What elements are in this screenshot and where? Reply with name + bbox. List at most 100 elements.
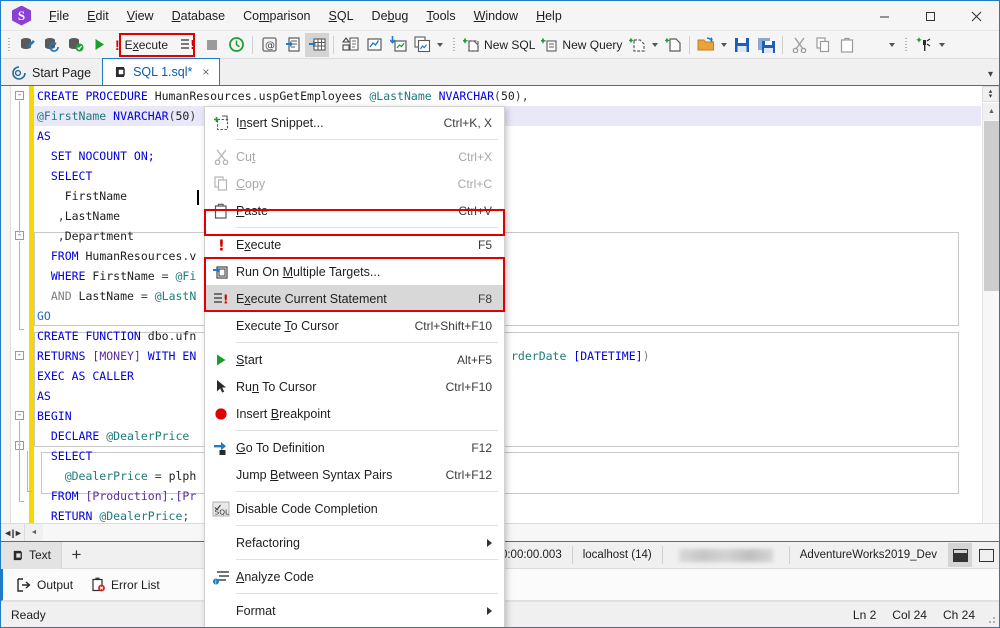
menu-tools[interactable]: Tools (417, 5, 464, 27)
tab-start-page[interactable]: Start Page (1, 59, 103, 85)
chevron-down-icon[interactable] (889, 42, 896, 47)
execute-current-statement-icon[interactable]: ! (176, 33, 200, 57)
menu-edit[interactable]: Edit (78, 5, 118, 27)
menu-file[interactable]: File (40, 5, 78, 27)
new-query-button[interactable]: New Query (538, 33, 625, 57)
menu-item-execute-to-cursor[interactable]: Execute To Cursor Ctrl+Shift+F10 (205, 312, 504, 339)
debug-tools-icon[interactable] (912, 33, 936, 57)
close-button[interactable] (953, 1, 999, 31)
run-multiple-targets-icon (210, 258, 232, 285)
script-to-editor-icon[interactable] (281, 33, 305, 57)
menu-item-execute[interactable]: ! Execute F5 (205, 231, 504, 258)
fold-marker[interactable]: - (15, 411, 24, 420)
code-line: BEGIN (37, 409, 72, 423)
chevron-down-icon[interactable] (652, 42, 659, 47)
chevron-down-icon[interactable] (437, 42, 444, 47)
vertical-scroll-thumb[interactable] (984, 121, 999, 291)
sql-completion-icon: SQL (210, 495, 232, 522)
tab-overflow-chevron-icon[interactable]: ▾ (988, 69, 993, 80)
resize-grip[interactable] (986, 614, 996, 624)
maximize-button[interactable] (907, 1, 953, 31)
scroll-up-arrow-icon[interactable]: ▲ (983, 103, 999, 120)
run-play-icon[interactable] (87, 33, 111, 57)
query-stats-chart-icon[interactable] (362, 33, 386, 57)
open-folder-icon[interactable] (694, 33, 718, 57)
horizontal-scroll-track[interactable] (43, 524, 999, 541)
menu-item-disable-code-completion[interactable]: SQL Disable Code Completion (205, 495, 504, 522)
editor-horizontal-split-handle[interactable]: ◄||► (1, 524, 25, 541)
save-all-icon[interactable] (754, 33, 778, 57)
menu-separator (236, 342, 498, 343)
menu-database[interactable]: Database (163, 5, 235, 27)
menu-help[interactable]: Help (527, 5, 571, 27)
toolbar-grip[interactable] (450, 35, 458, 55)
at-variable-icon[interactable]: @ (257, 33, 281, 57)
refresh-database-icon[interactable] (39, 33, 63, 57)
status-line: Ln 2 (852, 607, 877, 622)
menu-item-paste[interactable]: Paste Ctrl+V (205, 197, 504, 224)
connect-database-icon[interactable] (63, 33, 87, 57)
output-tab-label: Output (37, 577, 74, 592)
chevron-down-icon[interactable] (939, 42, 946, 47)
tab-close-icon[interactable]: × (202, 65, 209, 79)
full-view-button[interactable] (974, 543, 998, 567)
editor-split-handle[interactable]: ▴ ▾ (982, 86, 999, 102)
tab-sql1[interactable]: SQL 1.sql* × (102, 58, 221, 85)
editor-context-menu[interactable]: Insert Snippet... Ctrl+K, X Cut Ctrl+X Copy C… (204, 106, 505, 627)
submenu-arrow-icon (487, 538, 492, 547)
menu-item-run-to-cursor[interactable]: Run To Cursor Ctrl+F10 (205, 373, 504, 400)
toolbar-grip[interactable] (5, 35, 13, 55)
no-icon (210, 461, 232, 488)
menu-item-insert-snippet[interactable]: Insert Snippet... Ctrl+K, X (205, 109, 504, 136)
menu-item-execute-current-statement[interactable]: ! Execute Current Statement F8 (205, 285, 504, 312)
svg-text:@: @ (265, 41, 275, 52)
add-results-tab-button[interactable]: + (61, 541, 91, 569)
menu-view[interactable]: View (118, 5, 163, 27)
toolbar-grip[interactable] (902, 35, 910, 55)
paste-icon[interactable] (835, 33, 859, 57)
copy-icon[interactable] (811, 33, 835, 57)
results-tab-text[interactable]: Text (1, 541, 62, 569)
menu-item-analyze-code[interactable]: i Analyze Code (205, 563, 504, 590)
menu-item-run-on-multiple-targets[interactable]: Run On Multiple Targets... (205, 258, 504, 285)
results-to-grid-icon[interactable] (305, 32, 330, 57)
stop-button[interactable] (200, 33, 224, 57)
menu-item-start[interactable]: Start Alt+F5 (205, 346, 504, 373)
save-icon[interactable] (730, 33, 754, 57)
run-to-cursor-icon (210, 373, 232, 400)
new-document-icon[interactable] (625, 33, 649, 57)
chevron-down-icon[interactable] (721, 42, 728, 47)
output-tab[interactable]: Output (17, 578, 73, 592)
menu-comparison[interactable]: Comparison (234, 5, 319, 27)
error-list-tab[interactable]: Error List (91, 577, 160, 592)
execution-plan-icon[interactable] (338, 33, 362, 57)
menu-window[interactable]: Window (465, 5, 527, 27)
menu-item-refactoring[interactable]: Refactoring (205, 529, 504, 556)
code-line: CREATE PROCEDURE HumanResources.uspGetEm… (37, 89, 529, 103)
editor-code-text[interactable]: CREATE PROCEDURE HumanResources.uspGetEm… (37, 86, 981, 523)
split-view-button[interactable] (948, 543, 972, 567)
new-sql-button[interactable]: New SQL (460, 33, 538, 57)
menu-item-format[interactable]: Format (205, 597, 504, 624)
copy-chart-icon[interactable] (410, 33, 434, 57)
menu-item-label: Run On Multiple Targets... (236, 264, 381, 279)
fold-marker[interactable]: - (15, 351, 24, 360)
editor-vertical-scrollbar[interactable]: ▲ (982, 103, 999, 523)
menu-item-jump-between-syntax-pairs[interactable]: Jump Between Syntax Pairs Ctrl+F12 (205, 461, 504, 488)
menu-sql[interactable]: SQL (320, 5, 363, 27)
fold-marker[interactable]: - (15, 91, 24, 100)
scroll-left-arrow-icon[interactable]: ◄ (25, 524, 43, 541)
new-database-connection-icon[interactable] (15, 33, 39, 57)
go-to-definition-icon (210, 434, 232, 461)
new-file-icon[interactable] (661, 33, 685, 57)
import-chart-icon[interactable] (386, 33, 410, 57)
menu-debug[interactable]: Debug (363, 5, 418, 27)
menu-item-insert-breakpoint[interactable]: Insert Breakpoint (205, 400, 504, 427)
menu-item-go-to-definition[interactable]: Go To Definition F12 (205, 434, 504, 461)
minimize-button[interactable] (861, 1, 907, 31)
query-history-icon[interactable] (224, 33, 248, 57)
cut-icon[interactable] (787, 33, 811, 57)
svg-text:!: ! (223, 293, 228, 307)
execute-button[interactable]: ! Execute (111, 33, 176, 57)
masked-username (678, 548, 773, 562)
